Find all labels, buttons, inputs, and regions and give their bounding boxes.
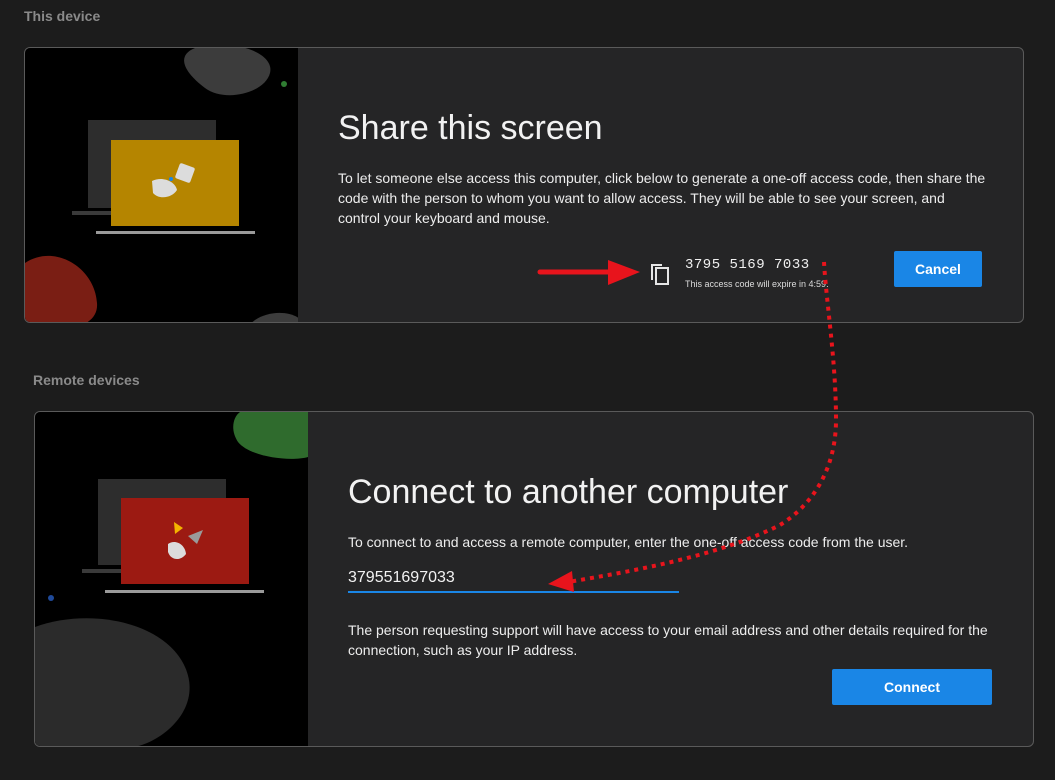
- access-code: 3795 5169 7033: [685, 257, 810, 273]
- remote-devices-section-label: Remote devices: [33, 372, 140, 388]
- privacy-note: The person requesting support will have …: [348, 622, 988, 658]
- share-screen-description: To let someone else access this computer…: [338, 170, 986, 226]
- connect-instruction: To connect to and access a remote comput…: [348, 534, 909, 550]
- share-screen-card: Share this screen To let someone else ac…: [24, 47, 1024, 323]
- connect-computer-card: Connect to another computer To connect t…: [34, 411, 1034, 747]
- copy-icon[interactable]: [648, 261, 672, 292]
- this-device-section-label: This device: [24, 8, 101, 24]
- connect-button[interactable]: Connect: [832, 669, 992, 705]
- share-screen-title: Share this screen: [338, 109, 603, 147]
- cancel-button[interactable]: Cancel: [894, 251, 982, 287]
- share-illustration: [25, 48, 298, 322]
- connect-illustration: [35, 412, 308, 746]
- access-code-input[interactable]: [348, 569, 679, 593]
- access-code-expiry: This access code will expire in 4:59.: [685, 279, 829, 289]
- connect-computer-title: Connect to another computer: [348, 473, 789, 511]
